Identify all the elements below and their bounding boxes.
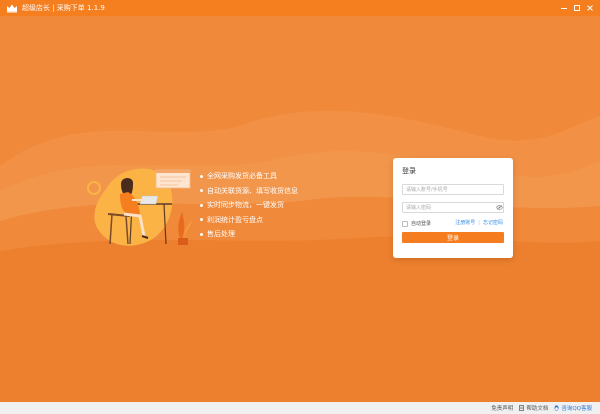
help-link[interactable]: 帮助文档 bbox=[519, 404, 548, 412]
list-item: 全网采购发货必备工具 bbox=[200, 169, 298, 184]
crown-icon bbox=[6, 3, 18, 13]
feature-list: 全网采购发货必备工具 自动关联货源、填写收货信息 实时同步物流，一键发货 利润统… bbox=[200, 169, 298, 242]
login-card: 登录 自动登录 注册账号 | 忘记密码 登录 bbox=[393, 158, 513, 258]
doc-icon bbox=[519, 405, 525, 411]
window-title: 超级店长 | 采购下单 1.1.9 bbox=[22, 4, 105, 12]
bullet-dot bbox=[200, 189, 203, 193]
bullet-dot bbox=[200, 232, 203, 236]
qq-penguin-icon bbox=[554, 405, 559, 411]
feature-text: 实时同步物流，一键发货 bbox=[207, 201, 284, 210]
auto-login-checkbox[interactable] bbox=[402, 220, 408, 227]
login-heading: 登录 bbox=[402, 167, 416, 175]
forgot-password-link[interactable]: 忘记密码 bbox=[483, 219, 503, 226]
account-input[interactable] bbox=[402, 184, 504, 195]
disclaimer-label: 免责声明 bbox=[491, 406, 514, 412]
auto-login-label: 自动登录 bbox=[411, 221, 432, 227]
status-bar-links: 免责声明 帮助文档 咨询QQ客服 bbox=[485, 402, 592, 414]
feature-text: 全网采购发货必备工具 bbox=[207, 172, 277, 181]
feature-text: 自动关联货源、填写收货信息 bbox=[207, 186, 298, 195]
app-window: 超级店长 | 采购下单 1.1.9 全网采购发货必备工具 自动关联货源、填写收货… bbox=[0, 0, 600, 414]
window-controls bbox=[557, 0, 596, 16]
bullet-dot bbox=[200, 218, 203, 222]
title-bar: 超级店长 | 采购下单 1.1.9 bbox=[0, 0, 600, 16]
eye-icon[interactable] bbox=[495, 203, 503, 211]
register-link[interactable]: 注册账号 bbox=[455, 219, 475, 226]
disclaimer-link[interactable]: 免责声明 bbox=[491, 404, 513, 412]
illustration-woman-at-laptop bbox=[87, 168, 192, 246]
list-item: 售后处理 bbox=[200, 227, 298, 242]
close-button[interactable] bbox=[584, 0, 596, 16]
account-links: 注册账号 | 忘记密码 bbox=[455, 219, 503, 227]
feature-text: 利润统计盈亏盘点 bbox=[207, 215, 263, 224]
feature-text: 售后处理 bbox=[207, 230, 235, 239]
minimize-button[interactable] bbox=[558, 0, 570, 16]
list-item: 实时同步物流，一键发货 bbox=[200, 198, 298, 213]
bullet-dot bbox=[200, 203, 203, 207]
bullet-dot bbox=[200, 174, 203, 178]
maximize-button[interactable] bbox=[571, 0, 583, 16]
list-item: 自动关联货源、填写收货信息 bbox=[200, 184, 298, 199]
link-separator: | bbox=[478, 219, 480, 226]
login-button[interactable]: 登录 bbox=[402, 232, 504, 243]
status-bar: 免责声明 帮助文档 咨询QQ客服 bbox=[0, 402, 600, 414]
list-item: 利润统计盈亏盘点 bbox=[200, 213, 298, 228]
qq-service-link[interactable]: 咨询QQ客服 bbox=[554, 404, 592, 412]
password-input[interactable] bbox=[402, 202, 504, 213]
qq-service-label: 咨询QQ客服 bbox=[561, 406, 592, 412]
auto-login-option[interactable]: 自动登录 bbox=[402, 220, 431, 227]
help-label: 帮助文档 bbox=[526, 406, 549, 412]
